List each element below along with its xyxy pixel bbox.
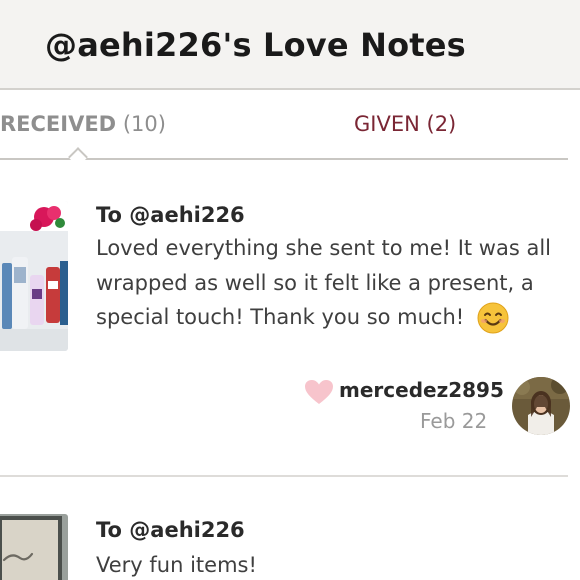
note-message-text: Very fun items! (96, 553, 257, 577)
note-recipient: To @aehi226 (96, 203, 245, 227)
love-note: To @aehi226 Loved everything she sent to… (0, 195, 580, 477)
tab-received-label: RECEIVED (0, 112, 117, 136)
smiling-face-icon (477, 302, 509, 334)
avatar[interactable] (512, 377, 570, 435)
tab-given-count: (2) (426, 112, 457, 136)
tab-received[interactable]: RECEIVED (10) (0, 112, 166, 136)
tab-given[interactable]: GIVEN (2) (354, 112, 456, 136)
note-divider (0, 475, 568, 477)
note-message: Very fun items! (96, 548, 566, 580)
tab-given-label: GIVEN (354, 112, 420, 136)
love-notes-page: @aehi226's Love Notes RECEIVED (10) GIVE… (0, 0, 580, 580)
love-note: To @aehi226 Very fun items! (0, 478, 580, 580)
page-header: @aehi226's Love Notes (0, 0, 580, 90)
page-title: @aehi226's Love Notes (45, 26, 466, 64)
note-message: Loved everything she sent to me! It was … (96, 231, 566, 335)
note-recipient: To @aehi226 (96, 518, 245, 542)
active-tab-caret (68, 147, 88, 167)
tab-received-count: (10) (122, 112, 166, 136)
listing-thumbnail[interactable] (0, 514, 68, 580)
listing-thumbnail[interactable] (0, 201, 68, 351)
note-author-row: mercedez2895 (300, 375, 504, 409)
note-author-username[interactable]: mercedez2895 (339, 378, 504, 402)
tab-bar: RECEIVED (10) GIVEN (2) (0, 92, 580, 167)
note-date: Feb 22 (420, 409, 488, 433)
heart-icon[interactable] (304, 379, 334, 405)
